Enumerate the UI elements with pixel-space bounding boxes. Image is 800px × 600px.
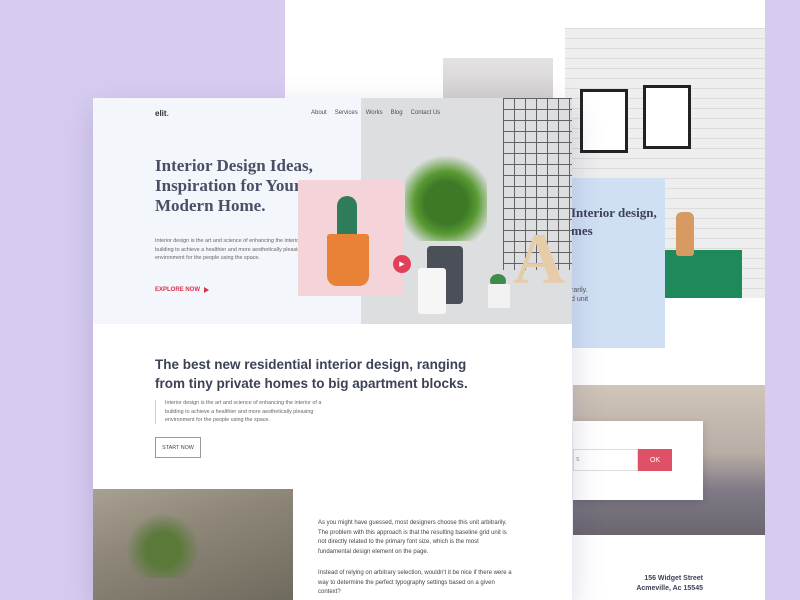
green-cabinet [658, 250, 742, 298]
address-line1: 156 Widget Street [644, 575, 703, 582]
section-title: The best new residential interior design… [155, 357, 468, 391]
start-now-button[interactable]: START NOW [155, 437, 201, 458]
plant-leaves [405, 146, 487, 241]
nav-about[interactable]: About [311, 110, 327, 116]
play-video-button[interactable]: ▶ [393, 255, 411, 273]
explore-now-button[interactable]: EXPLORE NOW [155, 287, 210, 293]
blue-card [565, 178, 665, 348]
play-arrow-icon [204, 287, 210, 293]
candle [418, 268, 446, 314]
article-paragraph-1: As you might have guessed, most designer… [318, 520, 507, 555]
main-page: A elit. About Services Works Blog Contac… [93, 98, 572, 600]
bg-text-line1: rarily. [571, 287, 588, 294]
small-pot [488, 284, 510, 308]
explore-now-label: EXPLORE NOW [155, 287, 201, 293]
decor-letter: A [513, 219, 565, 299]
nav-contact[interactable]: Contact Us [411, 110, 441, 116]
quote-bar [155, 400, 156, 424]
cactus [337, 196, 357, 238]
bg-heading-line2: mes [571, 223, 593, 238]
picture-frame [643, 85, 691, 149]
orange-pot [327, 234, 369, 286]
nav-services[interactable]: Services [335, 110, 358, 116]
wheat-image [443, 58, 553, 100]
palm-plant [118, 508, 208, 578]
bg-text-line2: d unit [571, 296, 589, 303]
play-icon: ▶ [399, 261, 405, 268]
article-paragraph-2: Instead of relying on arbitrary selectio… [318, 570, 512, 595]
email-input[interactable]: s [573, 449, 638, 471]
vase [676, 212, 694, 256]
logo[interactable]: elit. [155, 109, 169, 118]
ok-button[interactable]: OK [638, 449, 672, 471]
nav-works[interactable]: Works [366, 110, 383, 116]
main-nav: About Services Works Blog Contact Us [311, 110, 440, 116]
section-description: Interior design is the art and science o… [165, 400, 322, 423]
nav-blog[interactable]: Blog [391, 110, 403, 116]
logo-text: elit [155, 109, 167, 118]
address-line2: Acmeville, Ac 15545 [636, 585, 703, 592]
picture-frame [580, 89, 628, 153]
bg-heading-line1: Interior design, [571, 205, 657, 220]
logo-dot: . [166, 109, 169, 118]
